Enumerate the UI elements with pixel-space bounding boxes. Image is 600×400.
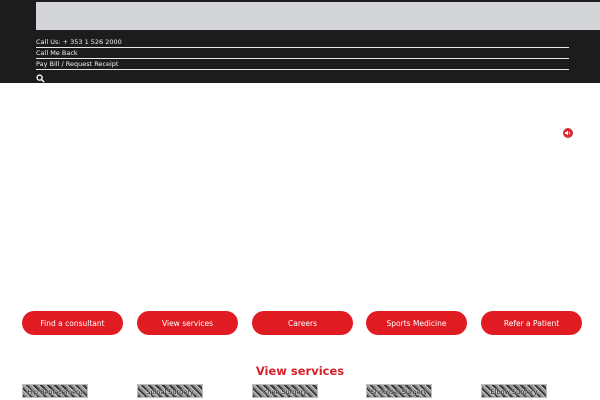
- service-label: Knee Surgery: [263, 388, 307, 396]
- service-thumb-shoulder-surgery[interactable]: Shoulder Surgery: [366, 384, 432, 398]
- service-thumb-elbow-surgery[interactable]: Elbow Surgery: [481, 384, 547, 398]
- service-thumb-spinal-surgery[interactable]: Spinal Surgery: [137, 384, 203, 398]
- sports-medicine-button[interactable]: Sports Medicine: [366, 311, 467, 335]
- call-us-link[interactable]: Call Us: + 353 1 526 2000: [36, 37, 569, 48]
- service-label: Shoulder Surgery: [370, 388, 428, 396]
- pay-bill-link[interactable]: Pay Bill / Request Receipt: [36, 59, 569, 70]
- find-consultant-button[interactable]: Find a consultant: [22, 311, 123, 335]
- refer-patient-button[interactable]: Refer a Patient: [481, 311, 582, 335]
- volume-icon[interactable]: [563, 128, 573, 138]
- call-me-back-link[interactable]: Call Me Back: [36, 48, 569, 59]
- service-label: Elbow Surgery: [490, 388, 538, 396]
- service-thumb-hip-replacement[interactable]: Hip Replacement: [22, 384, 88, 398]
- header-menu: Call Us: + 353 1 526 2000 Call Me Back P…: [36, 37, 569, 70]
- hero-video-area: [0, 83, 600, 308]
- quick-links: Find a consultant View services Careers …: [22, 311, 584, 335]
- site-header: Call Us: + 353 1 526 2000 Call Me Back P…: [0, 0, 600, 83]
- section-title: View services: [255, 363, 345, 378]
- view-services-button[interactable]: View services: [137, 311, 238, 335]
- search-icon[interactable]: [36, 68, 46, 83]
- service-label: Spinal Surgery: [146, 388, 194, 396]
- logo-banner[interactable]: [36, 2, 600, 30]
- service-thumb-knee-surgery[interactable]: Knee Surgery: [252, 384, 318, 398]
- service-label: Hip Replacement: [27, 388, 83, 396]
- careers-button[interactable]: Careers: [252, 311, 353, 335]
